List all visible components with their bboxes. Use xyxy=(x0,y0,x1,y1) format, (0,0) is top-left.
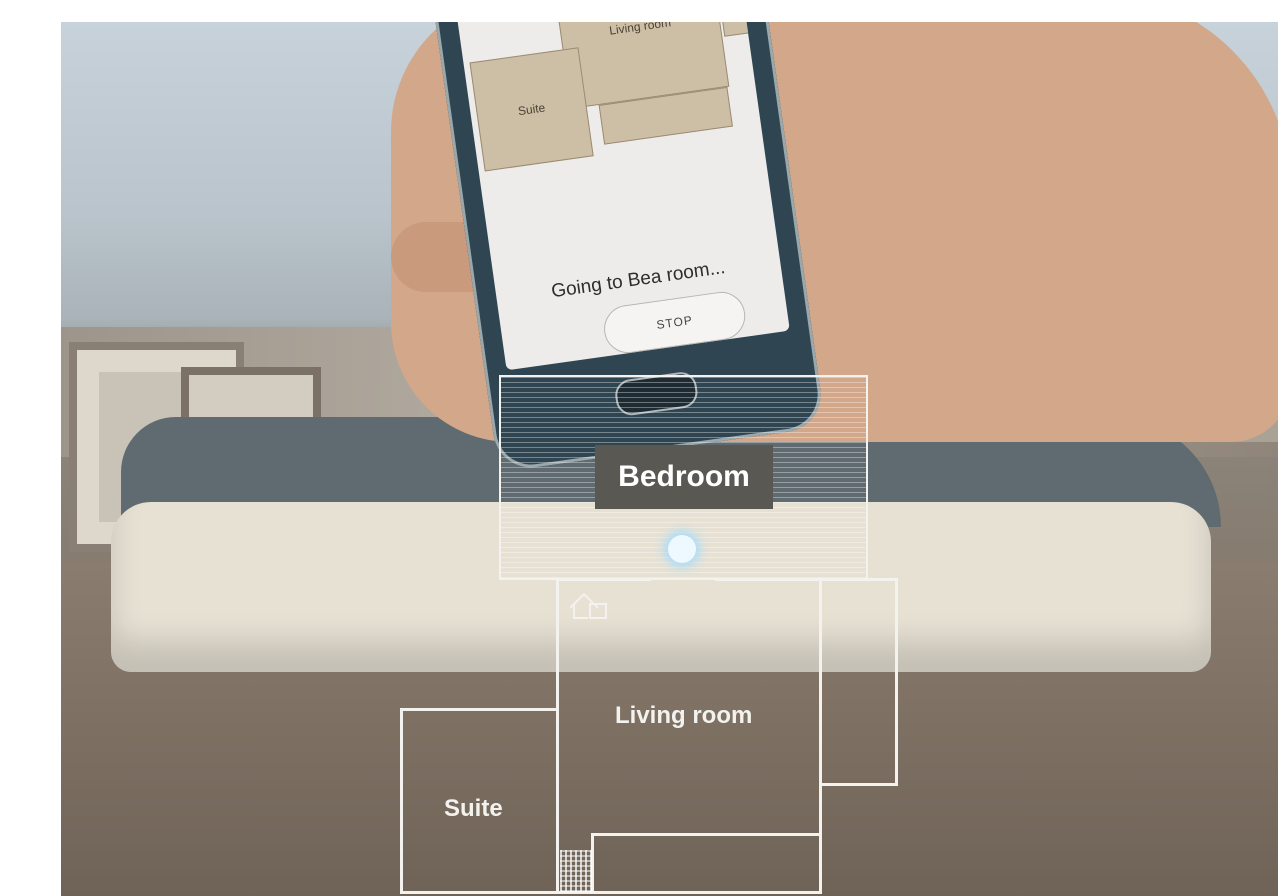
phone-room-suite[interactable]: Suite xyxy=(469,47,594,172)
phone-room-label: Living room xyxy=(608,22,672,38)
bed xyxy=(111,502,1211,672)
phone-room-label: Suite xyxy=(517,100,547,119)
phone-home-button[interactable] xyxy=(613,370,700,418)
stop-button[interactable]: STOP xyxy=(600,288,749,357)
phone-screen: Living room Suite Going to Bea room... S… xyxy=(450,22,790,371)
photo-background: Living room Suite Going to Bea room... S… xyxy=(61,22,1278,896)
